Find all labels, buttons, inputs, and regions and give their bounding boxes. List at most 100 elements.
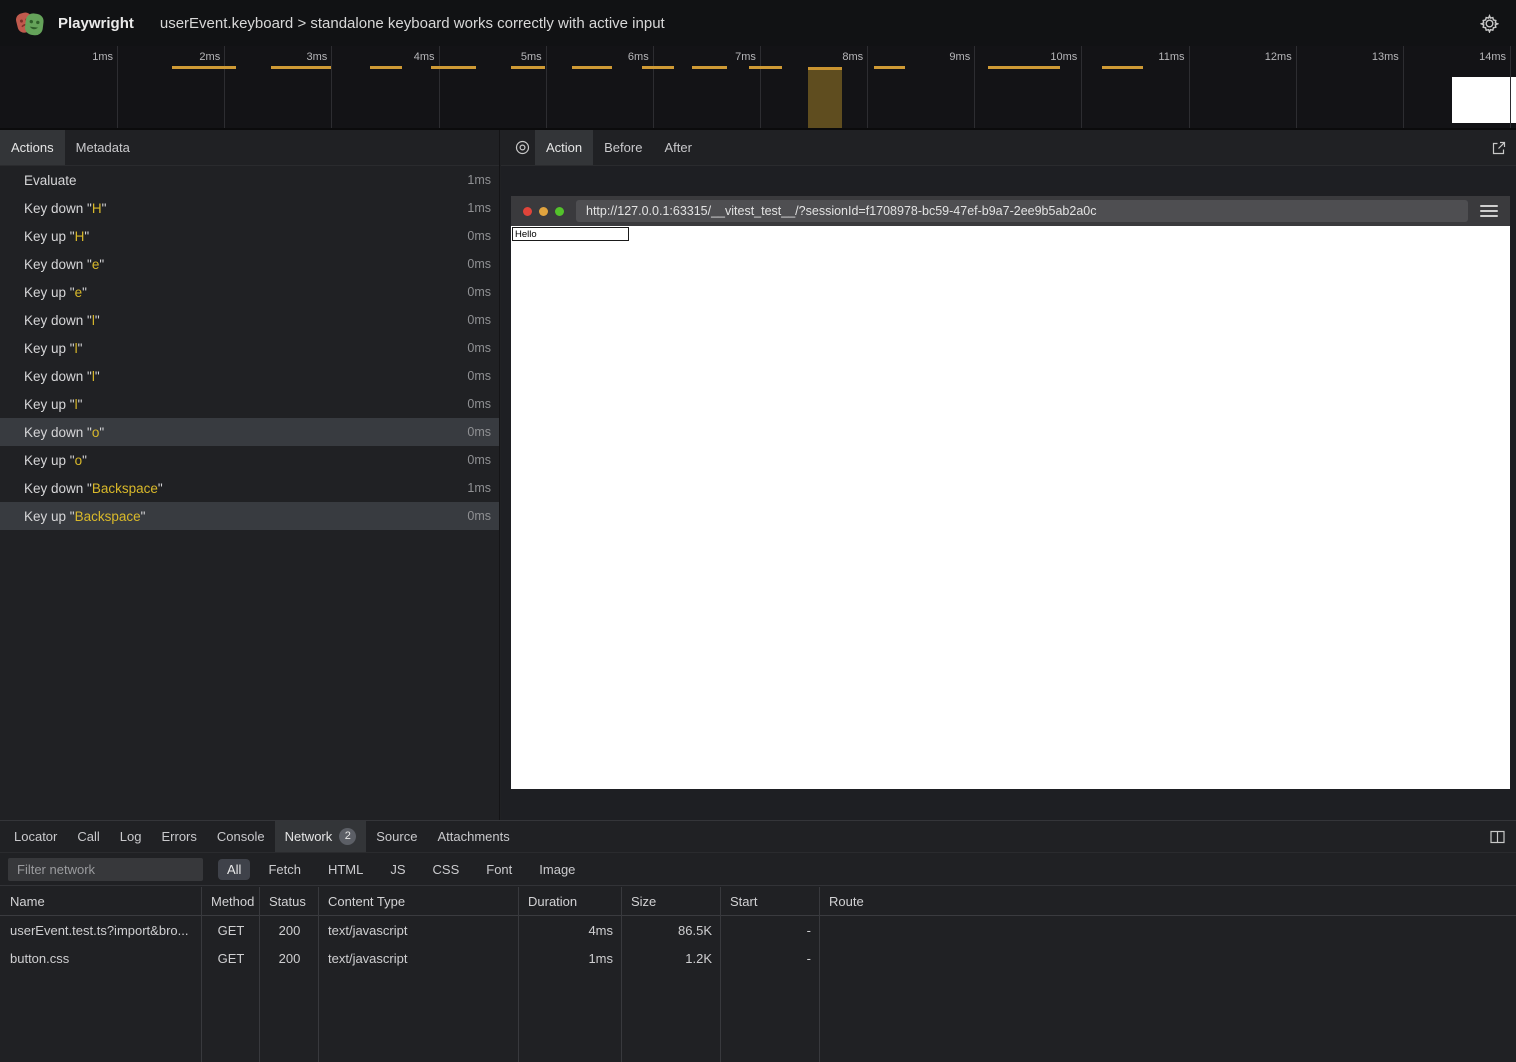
gear-icon [1480, 14, 1499, 33]
tab-action[interactable]: Action [535, 130, 593, 165]
table-column-separator [819, 887, 820, 1062]
action-duration: 0ms [467, 257, 491, 271]
tab-after[interactable]: After [653, 130, 702, 165]
filter-chip-image[interactable]: Image [530, 859, 584, 880]
action-title: Key down "l" [24, 369, 467, 384]
tab-actions[interactable]: Actions [0, 130, 65, 165]
action-list-item[interactable]: Key up "e"0ms [0, 278, 499, 306]
network-cell-name: button.css [0, 951, 201, 966]
action-time-marker [271, 66, 331, 69]
main-split: ActionsMetadata Evaluate1msKey down "H"1… [0, 130, 1516, 820]
pick-locator-button[interactable] [509, 130, 535, 165]
action-title: Evaluate [24, 173, 467, 188]
action-title: Key up "H" [24, 229, 467, 244]
action-title: Key up "Backspace" [24, 509, 467, 524]
filter-chip-css[interactable]: CSS [424, 859, 469, 880]
tab-label: Console [217, 829, 265, 844]
tab-locator[interactable]: Locator [4, 821, 67, 852]
tab-label: Locator [14, 829, 57, 844]
browser-chrome-bar: http://127.0.0.1:63315/__vitest_test__/?… [511, 196, 1510, 226]
playwright-masks-icon [14, 8, 46, 38]
network-count-badge: 2 [339, 828, 356, 845]
action-time-marker [749, 66, 782, 69]
table-column-separator [720, 887, 721, 1062]
tab-label: Attachments [437, 829, 509, 844]
action-duration: 1ms [467, 481, 491, 495]
action-time-marker [642, 66, 674, 69]
settings-button[interactable] [1476, 10, 1502, 36]
action-duration: 0ms [467, 397, 491, 411]
timeline-tick-label: 4ms [414, 51, 435, 63]
timeline-gridline [331, 46, 332, 128]
snapshot-page [511, 226, 1510, 789]
action-list-item[interactable]: Key up "l"0ms [0, 390, 499, 418]
action-list-item[interactable]: Key up "Backspace"0ms [0, 502, 499, 530]
action-title: Key up "l" [24, 397, 467, 412]
tab-network[interactable]: Network2 [275, 821, 367, 852]
timeline-screenshot-thumbnail [1452, 77, 1516, 123]
filter-chip-font[interactable]: Font [477, 859, 521, 880]
filter-chip-all[interactable]: All [218, 859, 250, 880]
tab-errors[interactable]: Errors [151, 821, 206, 852]
selected-action-marker [808, 67, 842, 128]
filter-chip-fetch[interactable]: Fetch [259, 859, 310, 880]
tab-call[interactable]: Call [67, 821, 109, 852]
network-request-row[interactable]: userEvent.test.ts?import&bro...GET200tex… [0, 916, 1516, 944]
timeline-gridline [1510, 46, 1511, 128]
network-request-row[interactable]: button.cssGET200text/javascript1ms1.2K- [0, 944, 1516, 972]
action-list-item[interactable]: Key down "e"0ms [0, 250, 499, 278]
open-snapshot-button[interactable] [1486, 130, 1512, 165]
details-tabbar: Locator CallLog Errors Console Network2Sourc… [0, 821, 1516, 853]
action-list-item[interactable]: Key up "o"0ms [0, 446, 499, 474]
timeline-tick-label: 3ms [307, 51, 328, 63]
tab-label: Errors [161, 829, 196, 844]
action-list-item[interactable]: Key down "l"0ms [0, 362, 499, 390]
playwright-trace-viewer: Playwright userEvent.keyboard > standalo… [0, 0, 1516, 1062]
snapshot-toolbar: ActionBefore After [501, 130, 1516, 166]
action-title: Key up "e" [24, 285, 467, 300]
tab-label: Actions [11, 140, 54, 155]
action-list-item[interactable]: Key down "l"0ms [0, 306, 499, 334]
action-list-item[interactable]: Evaluate1ms [0, 166, 499, 194]
action-list-item[interactable]: Key up "l"0ms [0, 334, 499, 362]
filter-chip-js[interactable]: JS [381, 859, 414, 880]
timeline-tick-label: 12ms [1265, 51, 1292, 63]
tab-attachments[interactable]: Attachments [427, 821, 519, 852]
test-title: userEvent.keyboard > standalone keyboard… [160, 15, 665, 32]
snapshot-tabbar: ActionBefore After [535, 130, 703, 165]
network-col-header-route: Route [819, 894, 1516, 909]
action-list-item[interactable]: Key down "H"1ms [0, 194, 499, 222]
action-time-marker [511, 66, 545, 69]
tab-metadata[interactable]: Metadata [65, 130, 141, 165]
tab-before[interactable]: Before [593, 130, 653, 165]
network-cell-start: - [720, 951, 819, 966]
action-time-marker [692, 66, 727, 69]
snapshot-text-input[interactable] [512, 227, 629, 241]
network-cell-content-type: text/javascript [318, 951, 518, 966]
traffic-light-yellow [539, 207, 548, 216]
timeline-track[interactable]: 1ms2ms3ms4ms5ms6ms7ms8ms9ms10ms11ms12ms1… [0, 46, 1516, 130]
timeline-tick-label: 10ms [1050, 51, 1077, 63]
timeline-tick-label: 8ms [842, 51, 863, 63]
timeline-tick-label: 6ms [628, 51, 649, 63]
network-filter-input[interactable] [8, 858, 203, 881]
action-title: Key down "e" [24, 257, 467, 272]
timeline-tick-label: 1ms [92, 51, 113, 63]
action-list-item[interactable]: Key down "o"0ms [0, 418, 499, 446]
action-list-item[interactable]: Key down "Backspace"1ms [0, 474, 499, 502]
action-duration: 0ms [467, 369, 491, 383]
tab-log[interactable]: Log [110, 821, 152, 852]
tab-source[interactable]: Source [366, 821, 427, 852]
timeline-gridline [224, 46, 225, 128]
network-cell-status: 200 [259, 923, 318, 938]
tab-console[interactable]: Console [207, 821, 275, 852]
network-cell-method: GET [201, 951, 259, 966]
action-duration: 0ms [467, 229, 491, 243]
timeline-gridline [439, 46, 440, 128]
tab-label: After [664, 140, 691, 155]
toggle-layout-button[interactable] [1484, 821, 1510, 852]
network-body: userEvent.test.ts?import&bro...GET200tex… [0, 916, 1516, 972]
action-list-item[interactable]: Key up "H"0ms [0, 222, 499, 250]
traffic-light-green [555, 207, 564, 216]
filter-chip-html[interactable]: HTML [319, 859, 372, 880]
